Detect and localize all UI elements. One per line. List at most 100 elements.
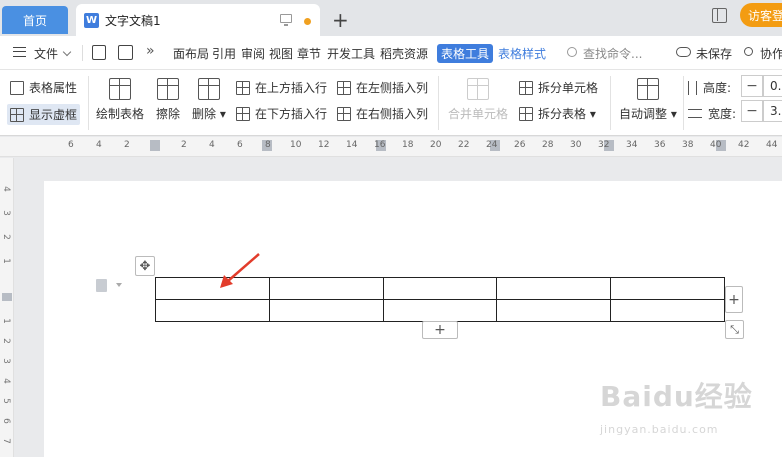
ruler-number: 40 xyxy=(710,140,722,150)
ruler-number: 3 xyxy=(0,358,11,364)
divider xyxy=(82,45,83,61)
add-column-button[interactable]: + xyxy=(725,286,743,313)
split-table-label: 拆分表格 ▾ xyxy=(538,107,596,121)
merge-cells-button[interactable]: 合并单元格 xyxy=(448,78,508,122)
erase-label: 擦除 xyxy=(156,107,181,121)
table-cell[interactable] xyxy=(268,277,384,300)
tab-table-tools[interactable]: 表格工具 xyxy=(437,44,494,63)
show-gridlines-button[interactable]: 显示虚框 xyxy=(7,104,81,125)
visitor-login-button[interactable]: 访客登 xyxy=(740,3,782,27)
column-width-decrease-button[interactable]: − xyxy=(741,100,763,122)
chevron-down-icon xyxy=(62,47,72,57)
tab-review[interactable]: 审阅 xyxy=(241,45,265,62)
table-cell[interactable] xyxy=(610,277,725,300)
table-resize-handle[interactable]: ⤡ xyxy=(725,320,744,339)
table-properties-icon xyxy=(10,80,24,95)
table-cell[interactable] xyxy=(155,299,270,322)
table-move-handle[interactable]: ✥ xyxy=(135,256,155,276)
file-menu[interactable]: 文件 xyxy=(34,45,72,62)
ruler-number: 44 xyxy=(766,140,778,150)
divider xyxy=(438,76,439,130)
column-width-input[interactable]: 3.0 xyxy=(763,100,782,122)
ruler-number: 12 xyxy=(318,140,330,150)
ruler-number: 8 xyxy=(265,140,271,150)
insert-row-below-button[interactable]: 在下方插入行 xyxy=(236,105,327,122)
collaborate-button[interactable]: 协作 xyxy=(760,45,782,62)
cloud-icon xyxy=(676,47,691,57)
tab-page-layout[interactable]: 面布局 xyxy=(173,45,209,62)
auto-fit-button[interactable]: 自动调整 ▾ xyxy=(619,78,677,122)
row-height-label: 高度: xyxy=(688,79,731,96)
divider xyxy=(610,76,611,130)
tab-developer-tools[interactable]: 开发工具 xyxy=(327,45,375,62)
wps-writer-icon: W xyxy=(84,12,99,28)
table-cell[interactable] xyxy=(155,277,270,300)
new-tab-button[interactable]: + xyxy=(332,8,349,32)
table-row xyxy=(155,299,725,322)
ruler-number: 6 xyxy=(237,140,243,150)
table-cell[interactable] xyxy=(496,277,612,300)
ruler-number: 6 xyxy=(68,140,74,150)
tab-references[interactable]: 引用 xyxy=(212,45,236,62)
table-cell[interactable] xyxy=(610,299,725,322)
ruler-number: 5 xyxy=(0,398,11,404)
horizontal-ruler[interactable]: 6 4 2 2 4 6 8 10 12 14 16 18 20 22 24 26… xyxy=(0,137,782,157)
tab-view[interactable]: 视图 xyxy=(269,45,293,62)
unsaved-status[interactable]: 未保存 xyxy=(696,45,732,62)
insert-column-right-button[interactable]: 在右侧插入列 xyxy=(337,105,428,122)
window-layout-icon[interactable] xyxy=(712,8,727,23)
document-table[interactable] xyxy=(155,277,725,322)
draw-table-button[interactable]: 绘制表格 xyxy=(96,78,144,122)
wps-writer-window: 首页 W 文字文稿1 + 访客登 文件 » 面布局 引用 审阅 视图 章节 开发… xyxy=(0,0,782,457)
ruler-number: 2 xyxy=(0,234,11,240)
home-tab[interactable]: 首页 xyxy=(2,6,68,34)
split-table-button[interactable]: 拆分表格 ▾ xyxy=(519,105,596,122)
ruler-number: 42 xyxy=(738,140,750,150)
document-tab[interactable]: W 文字文稿1 xyxy=(76,4,320,36)
monitor-icon[interactable] xyxy=(280,14,292,26)
insert-column-left-button[interactable]: 在左侧插入列 xyxy=(337,79,428,96)
insert-column-right-icon xyxy=(337,106,351,121)
table-cell[interactable] xyxy=(268,299,384,322)
paragraph-menu-icon[interactable] xyxy=(96,279,107,292)
insert-row-above-button[interactable]: 在上方插入行 xyxy=(236,79,327,96)
table-properties-button[interactable]: 表格属性 xyxy=(10,79,77,96)
row-height-decrease-button[interactable]: − xyxy=(741,75,763,97)
ruler-row-marker[interactable] xyxy=(2,293,12,301)
tab-docer-resources[interactable]: 稻壳资源 xyxy=(380,45,428,62)
watermark-url: jingyan.baidu.com xyxy=(600,423,719,436)
ruler-number: 36 xyxy=(654,140,666,150)
row-height-icon xyxy=(688,80,697,95)
split-cells-button[interactable]: 拆分单元格 xyxy=(519,79,598,96)
divider xyxy=(683,76,684,130)
vertical-ruler[interactable]: 4 3 2 1 1 2 3 4 5 6 7 xyxy=(0,158,14,457)
split-cells-label: 拆分单元格 xyxy=(538,81,599,95)
ruler-number: 30 xyxy=(570,140,582,150)
table-cell[interactable] xyxy=(382,277,498,300)
chevron-down-icon[interactable] xyxy=(116,283,122,287)
ribbon-toolbar: 表格属性 显示虚框 绘制表格 擦除 删除 ▾ 在上方插入行 在下方插入行 在左侧… xyxy=(0,70,782,136)
ruler-number: 4 xyxy=(0,378,11,384)
command-search-input[interactable]: 查找命令... xyxy=(583,45,642,62)
ruler-column-marker[interactable] xyxy=(150,140,160,151)
tab-table-style[interactable]: 表格样式 xyxy=(498,45,546,62)
ruler-number: 10 xyxy=(290,140,302,150)
row-height-input[interactable]: 0.5 xyxy=(763,75,782,97)
file-menu-label: 文件 xyxy=(34,47,59,61)
insert-column-left-icon xyxy=(337,80,351,95)
export-icon[interactable] xyxy=(118,45,133,60)
save-icon[interactable] xyxy=(92,45,106,60)
add-row-button[interactable]: + xyxy=(422,321,458,339)
tab-chapter[interactable]: 章节 xyxy=(297,45,321,62)
ruler-number: 1 xyxy=(0,318,11,324)
ruler-number: 4 xyxy=(209,140,215,150)
column-width-icon xyxy=(688,109,702,118)
hamburger-menu-icon[interactable] xyxy=(13,47,26,57)
unsaved-dot-icon xyxy=(304,18,311,25)
table-cell[interactable] xyxy=(382,299,498,322)
delete-dropdown-button[interactable]: 删除 ▾ xyxy=(192,78,226,122)
more-menus-icon[interactable]: » xyxy=(146,43,155,59)
delete-table-icon xyxy=(197,78,220,100)
table-cell[interactable] xyxy=(496,299,612,322)
erase-button[interactable]: 擦除 xyxy=(156,78,180,122)
